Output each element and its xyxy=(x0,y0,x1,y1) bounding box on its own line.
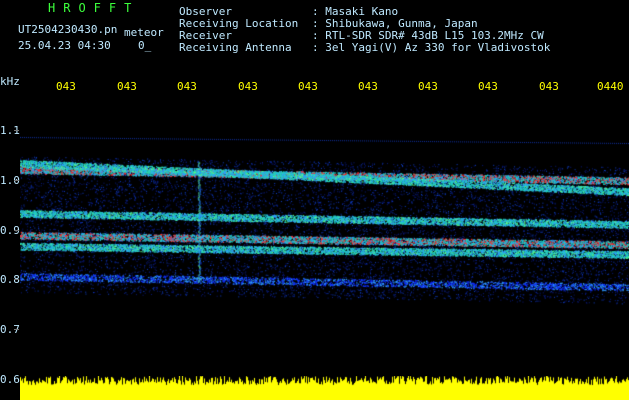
brand-title: HROFFT xyxy=(48,1,140,15)
x-tick-label: 043 xyxy=(418,80,438,93)
date-time: 25.04.23 04:30 xyxy=(18,39,111,52)
info-label: Receiving Antenna xyxy=(179,41,292,54)
x-tick-label: 043 xyxy=(117,80,137,93)
spectrogram-canvas xyxy=(20,96,629,380)
file-name: UT2504230430.pn xyxy=(18,23,118,36)
y-axis-unit: kHz xyxy=(0,75,20,88)
x-tick-label: 043 xyxy=(298,80,318,93)
info-value: : 3el Yagi(V) Az 330 for Vladivostok xyxy=(312,41,551,54)
x-tick-label: 043 xyxy=(238,80,258,93)
y-tick-label: 0.6 xyxy=(0,373,20,386)
x-tick-label: 043 xyxy=(478,80,498,93)
x-tick-label: 043 xyxy=(358,80,378,93)
x-tick-label: 043 xyxy=(539,80,559,93)
x-tick-label: 0440 xyxy=(597,80,624,93)
x-tick-label: 043 xyxy=(56,80,76,93)
y-tick-mark xyxy=(14,329,19,330)
y-tick-mark xyxy=(14,279,19,280)
y-tick-mark xyxy=(14,180,19,181)
event-count: 0_ xyxy=(138,39,152,52)
noise-strip xyxy=(20,376,629,400)
y-tick-mark xyxy=(14,230,19,231)
y-tick-mark xyxy=(14,130,19,131)
x-tick-label: 043 xyxy=(177,80,197,93)
file-tag: meteor xyxy=(124,26,164,39)
